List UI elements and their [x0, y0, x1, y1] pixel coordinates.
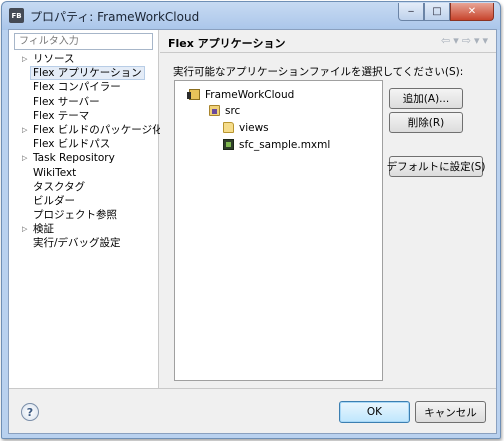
minimize-button[interactable]: ‒: [398, 3, 424, 21]
nav-item-builders[interactable]: ビルダー: [9, 194, 159, 208]
expand-arrow-icon[interactable]: ▷: [22, 52, 27, 66]
mxml-file-icon: [223, 139, 234, 150]
nav-item-validation[interactable]: ▷ 検証: [9, 222, 159, 236]
nav-item-task-repository[interactable]: ▷ Task Repository: [9, 151, 159, 165]
tree-item-views[interactable]: views: [223, 120, 269, 135]
nav-item-flex-build-path[interactable]: Flex ビルドパス: [9, 137, 159, 151]
expand-arrow-icon[interactable]: ▷: [22, 123, 27, 137]
dialog-body: フィルタ入力 ▷ リソース Flex アプリケーション Flex コンパイラー F…: [8, 29, 497, 434]
nav-item-wikitext[interactable]: WikiText: [9, 166, 159, 180]
application-file-tree[interactable]: FrameWorkCloud src views sfc_sample.mxml: [174, 80, 383, 381]
flash-builder-icon: FB: [9, 8, 24, 23]
help-icon[interactable]: ?: [21, 403, 39, 421]
title-divider: [160, 52, 496, 53]
back-arrow-icon[interactable]: ⇦: [441, 34, 450, 47]
view-menu-chevron-icon[interactable]: ▾: [482, 34, 488, 47]
ok-button[interactable]: OK: [339, 401, 410, 423]
window-controls: ‒ □ ✕: [398, 3, 494, 21]
nav-item-flex-server[interactable]: Flex サーバー: [9, 95, 159, 109]
back-menu-chevron-icon[interactable]: ▾: [453, 34, 459, 47]
nav-item-flex-build-packaging[interactable]: ▷ Flex ビルドのパッケージ化: [9, 123, 163, 137]
filter-input[interactable]: フィルタ入力: [14, 33, 153, 50]
nav-item-task-tags[interactable]: タスクタグ: [9, 180, 159, 194]
title-bar[interactable]: FB プロパティ: FrameWorkCloud ‒ □ ✕: [2, 2, 500, 29]
forward-arrow-icon[interactable]: ⇨: [462, 34, 471, 47]
set-default-button[interactable]: デフォルトに設定(S): [387, 156, 485, 177]
nav-item-flex-application[interactable]: Flex アプリケーション: [9, 66, 159, 81]
footer-divider: [9, 388, 496, 389]
folder-icon: [223, 122, 234, 133]
category-pane: フィルタ入力 ▷ リソース Flex アプリケーション Flex コンパイラー F…: [9, 30, 163, 388]
project-icon: [187, 89, 200, 100]
tree-item-project[interactable]: FrameWorkCloud: [187, 87, 294, 102]
add-button[interactable]: 追加(A)...: [389, 88, 463, 109]
nav-item-resource[interactable]: ▷ リソース: [9, 52, 159, 66]
page-title: Flex アプリケーション: [168, 37, 286, 50]
nav-item-run-debug-settings[interactable]: 実行/デバッグ設定: [9, 236, 159, 250]
nav-item-project-references[interactable]: プロジェクト参照: [9, 208, 159, 222]
source-folder-icon: [209, 105, 220, 116]
history-navigation: ⇦ ▾ ⇨ ▾ ▾: [441, 34, 488, 47]
properties-dialog: FB プロパティ: FrameWorkCloud ‒ □ ✕ フィルタ入力 ▷ リ…: [1, 1, 501, 439]
expand-arrow-icon[interactable]: ▷: [22, 151, 27, 165]
category-tree: ▷ リソース Flex アプリケーション Flex コンパイラー Flex サーバ…: [9, 52, 163, 251]
property-page: Flex アプリケーション ⇦ ▾ ⇨ ▾ ▾ 実行可能なアプリケーションファイ…: [160, 30, 496, 388]
close-button[interactable]: ✕: [450, 3, 494, 21]
remove-button[interactable]: 削除(R): [389, 112, 463, 133]
tree-item-sfc-sample[interactable]: sfc_sample.mxml: [223, 137, 330, 152]
maximize-button[interactable]: □: [424, 3, 450, 21]
expand-arrow-icon[interactable]: ▷: [22, 222, 27, 236]
cancel-button[interactable]: キャンセル: [415, 401, 486, 423]
tree-item-src[interactable]: src: [209, 103, 240, 118]
forward-menu-chevron-icon[interactable]: ▾: [474, 34, 480, 47]
window-title: プロパティ: FrameWorkCloud: [30, 10, 200, 24]
nav-item-flex-compiler[interactable]: Flex コンパイラー: [9, 80, 159, 94]
nav-item-flex-theme[interactable]: Flex テーマ: [9, 109, 159, 123]
instruction-label: 実行可能なアプリケーションファイルを選択してください(S):: [173, 66, 464, 78]
